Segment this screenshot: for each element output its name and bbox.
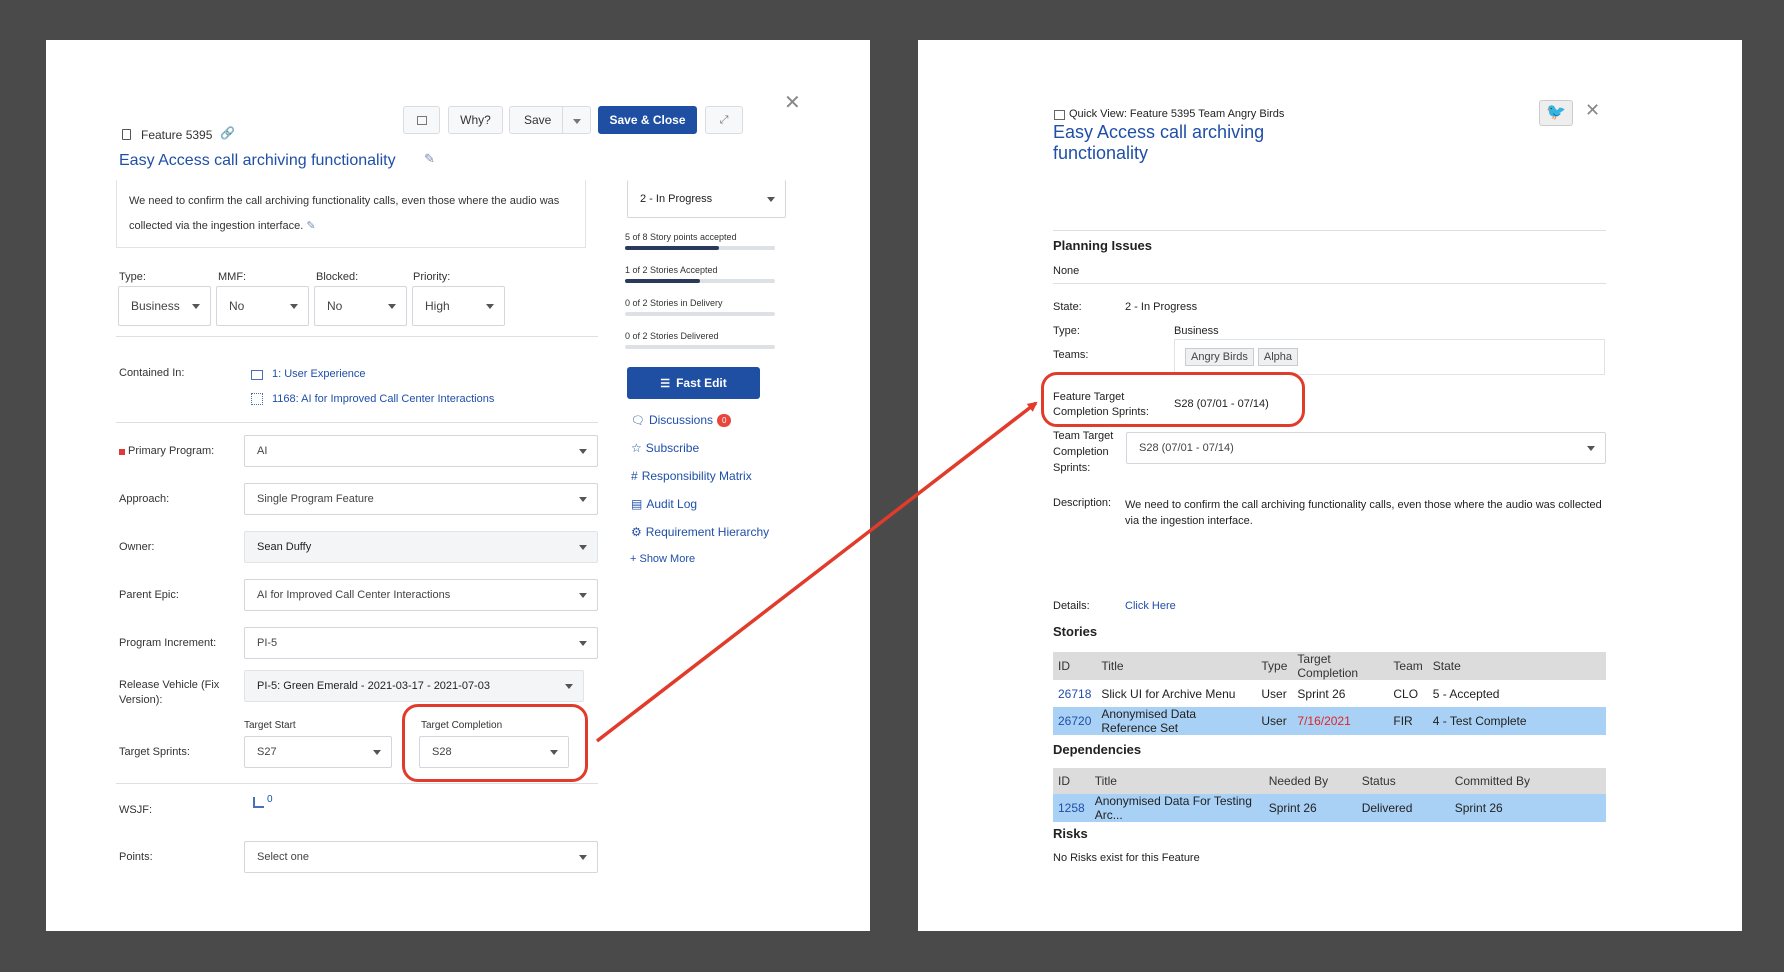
callout-arrow (595, 401, 1038, 743)
